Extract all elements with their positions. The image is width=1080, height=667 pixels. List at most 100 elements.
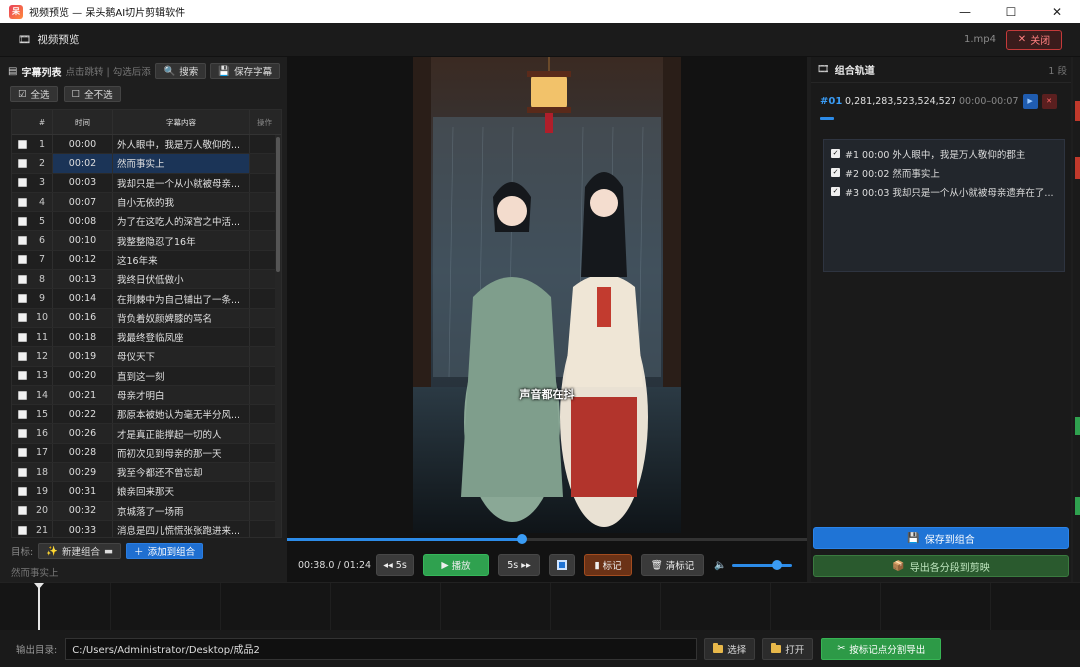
row-text[interactable]: 外人眼中，我是万人敬仰的...	[112, 135, 249, 154]
checkbox-checked-icon[interactable]: ✓	[831, 187, 840, 196]
add-to-combo-button[interactable]: ＋ 添加到组合	[126, 543, 204, 559]
table-row[interactable]: 7 00:12 这16年来	[12, 250, 281, 271]
row-text[interactable]: 我最终登临凤座	[112, 327, 249, 347]
row-checkbox[interactable]	[17, 139, 27, 149]
checkbox-checked-icon[interactable]: ✓	[831, 149, 840, 158]
table-row[interactable]: 5 00:08 为了在这吃人的深宫之中活...	[12, 212, 281, 232]
row-checkbox-cell[interactable]	[12, 236, 32, 246]
row-text[interactable]: 而初次见到母亲的那一天	[112, 443, 249, 463]
table-row[interactable]: 10 00:16 背负着奴颜婢膝的骂名	[12, 308, 281, 328]
row-checkbox[interactable]	[17, 371, 27, 381]
row-checkbox[interactable]	[17, 467, 27, 477]
volume-slider[interactable]	[732, 559, 793, 570]
row-checkbox[interactable]	[17, 158, 27, 168]
row-text[interactable]: 背负着奴颜婢膝的骂名	[112, 308, 249, 327]
row-time[interactable]: 00:08	[52, 212, 112, 231]
select-all-button[interactable]: ☑ 全选	[10, 86, 58, 102]
row-checkbox-cell[interactable]	[12, 139, 32, 149]
row-checkbox-cell[interactable]	[12, 178, 32, 188]
row-time[interactable]: 00:10	[52, 231, 112, 250]
row-text[interactable]: 才是真正能撑起一切的人	[112, 424, 249, 443]
row-time[interactable]: 00:07	[52, 192, 112, 212]
row-checkbox-cell[interactable]	[12, 313, 32, 323]
row-time[interactable]: 00:22	[52, 405, 112, 424]
row-checkbox[interactable]	[17, 506, 27, 516]
table-row[interactable]: 2 00:02 然而事实上	[12, 154, 281, 174]
row-time[interactable]: 00:03	[52, 173, 112, 192]
row-checkbox-cell[interactable]	[12, 351, 32, 361]
row-text[interactable]: 直到这一刻	[112, 366, 249, 385]
table-row[interactable]: 16 00:26 才是真正能撑起一切的人	[12, 424, 281, 444]
row-checkbox-cell[interactable]	[12, 294, 32, 304]
progress-handle[interactable]	[517, 534, 528, 544]
row-checkbox[interactable]	[17, 351, 27, 361]
table-row[interactable]: 20 00:32 京城落了一场雨	[12, 501, 281, 521]
combo-item[interactable]: ✓ #2 00:02 然而事实上	[824, 163, 1064, 182]
row-text[interactable]: 我却只是一个从小就被母亲...	[112, 173, 249, 192]
row-checkbox-cell[interactable]	[12, 429, 32, 439]
save-subtitles-button[interactable]: 💾 保存字幕	[210, 63, 281, 79]
table-row[interactable]: 8 00:13 我终日伏低做小	[12, 270, 281, 290]
output-dir-input[interactable]: C:/Users/Administrator/Desktop/成品2	[65, 637, 698, 660]
row-text[interactable]: 我终日伏低做小	[112, 270, 249, 289]
row-checkbox[interactable]	[17, 216, 27, 226]
row-checkbox[interactable]	[17, 429, 27, 439]
combo-item[interactable]: ✓ #3 00:03 我却只是一个从小就被母亲遗弃在了...	[824, 182, 1064, 201]
row-text[interactable]: 这16年来	[112, 250, 249, 270]
row-checkbox[interactable]	[17, 255, 27, 265]
row-text[interactable]: 然而事实上	[112, 154, 249, 173]
row-checkbox-cell[interactable]	[12, 274, 32, 284]
row-checkbox[interactable]	[17, 178, 27, 188]
row-checkbox-cell[interactable]	[12, 486, 32, 496]
row-time[interactable]: 00:33	[52, 520, 112, 537]
row-checkbox-cell[interactable]	[12, 525, 32, 535]
mark-button[interactable]: ▮ 标记	[584, 554, 632, 576]
row-time[interactable]: 00:16	[52, 308, 112, 327]
row-checkbox-cell[interactable]	[12, 506, 32, 516]
search-button[interactable]: 🔍 搜索	[155, 63, 207, 79]
row-time[interactable]: 00:26	[52, 424, 112, 443]
new-combo-select[interactable]: ✨ 新建组合 ▬	[38, 543, 122, 559]
close-preview-button[interactable]: ✕ 关闭	[1006, 29, 1062, 50]
save-to-combo-button[interactable]: 💾 保存到组合	[813, 527, 1069, 549]
row-checkbox[interactable]	[17, 390, 27, 400]
timeline[interactable]	[0, 582, 1080, 631]
checkbox-checked-icon[interactable]: ✓	[831, 168, 840, 177]
row-checkbox[interactable]	[17, 294, 27, 304]
row-time[interactable]: 00:13	[52, 270, 112, 289]
row-checkbox[interactable]	[17, 236, 27, 246]
row-text[interactable]: 我整整隐忍了16年	[112, 231, 249, 250]
row-time[interactable]: 00:32	[52, 501, 112, 520]
table-row[interactable]: 1 00:00 外人眼中，我是万人敬仰的...	[12, 135, 281, 155]
rewind-5s-button[interactable]: ◂◂ 5s	[376, 554, 414, 576]
forward-5s-button[interactable]: 5s ▸▸	[498, 554, 540, 576]
table-row[interactable]: 17 00:28 而初次见到母亲的那一天	[12, 443, 281, 464]
row-text[interactable]: 消息是四儿慌慌张张跑进来...	[112, 520, 249, 537]
split-export-button[interactable]: ✂ 按标记点分割导出	[821, 637, 942, 660]
play-button[interactable]: ▶ 播放	[423, 554, 489, 576]
open-dir-button[interactable]: 打开	[762, 637, 814, 660]
row-text[interactable]: 在荆棘中为自己铺出了一条...	[112, 289, 249, 308]
row-checkbox[interactable]	[17, 332, 27, 342]
clear-marks-button[interactable]: 🗑 清标记	[641, 554, 704, 576]
scrollbar-thumb[interactable]	[276, 137, 280, 272]
row-text[interactable]: 那原本被她认为毫无半分风...	[112, 405, 249, 424]
row-checkbox-cell[interactable]	[12, 390, 32, 400]
row-time[interactable]: 00:12	[52, 250, 112, 270]
choose-dir-button[interactable]: 选择	[704, 637, 756, 660]
table-row[interactable]: 6 00:10 我整整隐忍了16年	[12, 231, 281, 251]
stop-button[interactable]	[549, 554, 575, 576]
timeline-playhead[interactable]	[38, 583, 40, 631]
row-time[interactable]: 00:21	[52, 385, 112, 405]
row-checkbox[interactable]	[17, 448, 27, 458]
maximize-button[interactable]: ☐	[988, 0, 1034, 23]
row-text[interactable]: 母仪天下	[112, 347, 249, 366]
row-checkbox-cell[interactable]	[12, 255, 32, 265]
table-row[interactable]: 12 00:19 母仪天下	[12, 347, 281, 367]
row-checkbox-cell[interactable]	[12, 158, 32, 168]
table-scrollbar[interactable]	[275, 135, 281, 537]
row-checkbox[interactable]	[17, 525, 27, 535]
row-checkbox[interactable]	[17, 274, 27, 284]
row-time[interactable]: 00:18	[52, 327, 112, 347]
row-checkbox[interactable]	[17, 313, 27, 323]
